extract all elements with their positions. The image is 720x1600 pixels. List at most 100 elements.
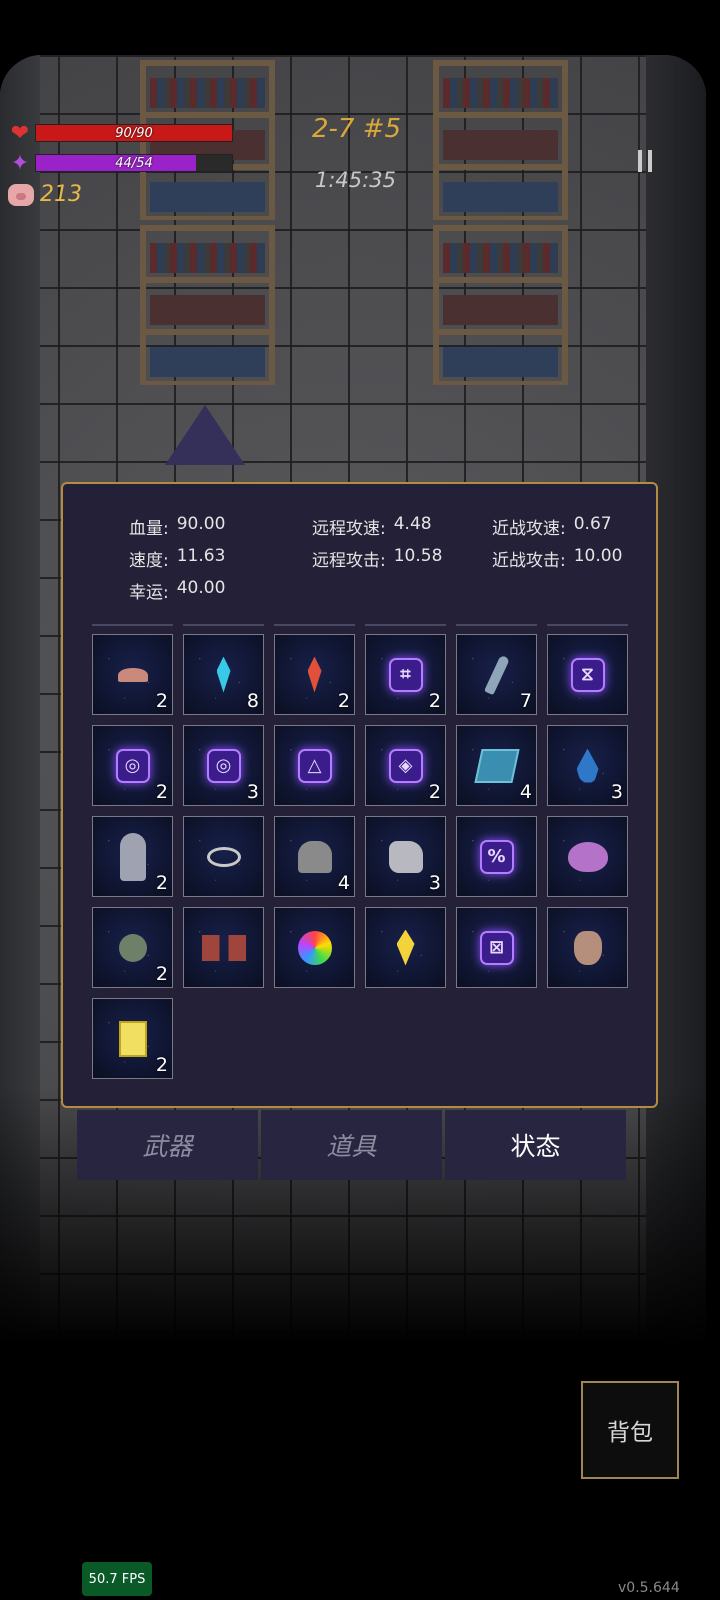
stat-row: 血量: 90.00 远程攻速: 4.48 近战攻速: 0.67 <box>129 510 622 542</box>
inventory-slot[interactable] <box>274 907 355 988</box>
stat-label: 幸运: <box>129 582 169 603</box>
inventory-slot[interactable]: △ <box>274 725 355 806</box>
hp-text: 90/90 <box>115 126 153 141</box>
tab-items[interactable]: 道具 <box>261 1110 442 1180</box>
stat-row: 速度: 11.63 远程攻击: 10.58 近战攻击: 10.00 <box>129 542 622 574</box>
mana-bar-row: ✦ 44/54 <box>8 151 233 176</box>
pause-icon <box>638 150 642 172</box>
rune-icon: ⌗ <box>388 657 423 692</box>
pouch-icon <box>573 930 602 965</box>
stat-ranged-speed: 远程攻速: 4.48 <box>312 514 492 539</box>
stat-label: 血量: <box>129 518 169 539</box>
inventory-slot[interactable]: ⧖ <box>547 634 628 715</box>
inventory-slot[interactable]: 2 <box>92 634 173 715</box>
version-label: v0.5.644 <box>618 1580 680 1596</box>
inventory-tabs: 武器 道具 状态 <box>77 1110 626 1180</box>
inventory-slot[interactable]: 2 <box>92 816 173 897</box>
inventory-slot[interactable]: 2 <box>274 634 355 715</box>
pause-button[interactable] <box>622 138 668 184</box>
inventory-slot[interactable]: ◈ 2 <box>365 725 446 806</box>
inventory-slot[interactable]: % <box>456 816 537 897</box>
item-count: 2 <box>155 963 168 985</box>
grid-divider <box>92 624 628 626</box>
inventory-slot[interactable]: 2 <box>92 907 173 988</box>
yellow-card-icon <box>118 1020 147 1057</box>
inventory-slot[interactable]: 3 <box>547 725 628 806</box>
stat-value: 4.48 <box>393 513 432 534</box>
inventory-slot[interactable]: 7 <box>456 634 537 715</box>
inventory-slot[interactable] <box>547 816 628 897</box>
item-count: 3 <box>246 781 259 803</box>
inventory-slot[interactable]: 4 <box>274 816 355 897</box>
item-count: 3 <box>428 872 441 894</box>
inventory-slot[interactable] <box>183 907 264 988</box>
inventory-slot[interactable]: 8 <box>183 634 264 715</box>
rune-icon: % <box>479 839 514 874</box>
inventory-slot[interactable]: ⌗ 2 <box>365 634 446 715</box>
stat-label: 近战攻击: <box>492 550 566 571</box>
stat-ranged-attack: 远程攻击: 10.58 <box>312 546 492 571</box>
coin-count: 213 <box>40 182 82 207</box>
water-drop-icon <box>576 748 599 783</box>
item-count: 2 <box>337 690 350 712</box>
stat-value: 10.58 <box>393 545 443 566</box>
pig-coin-icon <box>8 183 34 206</box>
inventory-slot[interactable]: ◎ 2 <box>92 725 173 806</box>
stat-label: 速度: <box>129 550 169 571</box>
stat-value: 11.63 <box>176 545 226 566</box>
tombstone-icon <box>297 840 332 873</box>
tab-status[interactable]: 状态 <box>445 1110 626 1180</box>
stat-label: 远程攻击: <box>312 550 386 571</box>
bookshelf <box>433 60 568 220</box>
stone-icon <box>388 840 423 873</box>
stat-melee-speed: 近战攻速: 0.67 <box>492 514 612 539</box>
stat-value: 0.67 <box>573 513 612 534</box>
mana-text: 44/54 <box>115 156 153 171</box>
stats-block: 血量: 90.00 远程攻速: 4.48 近战攻速: 0.67 速度: 11.63 远程… <box>129 510 622 606</box>
spellbook-icon <box>473 748 520 783</box>
coin-row: 213 <box>8 182 82 207</box>
inventory-slot[interactable] <box>365 907 446 988</box>
run-timer: 1:45:35 <box>315 168 396 192</box>
hp-bar-row: ❤ 90/90 <box>8 121 233 146</box>
item-count: 2 <box>428 781 441 803</box>
pause-icon <box>648 150 652 172</box>
item-count: 2 <box>155 690 168 712</box>
inventory-slot[interactable]: 3 <box>365 816 446 897</box>
inventory-slot[interactable]: ◎ 3 <box>183 725 264 806</box>
tab-weapons[interactable]: 武器 <box>77 1110 258 1180</box>
item-count: 2 <box>155 872 168 894</box>
rune-icon: ⊠ <box>479 930 514 965</box>
inventory-slot[interactable] <box>183 816 264 897</box>
stat-value: 10.00 <box>573 545 623 566</box>
tentacle-creature-icon <box>118 933 147 962</box>
blue-crystal-icon <box>216 656 231 693</box>
inventory-slot[interactable]: ⊠ <box>456 907 537 988</box>
rune-icon: ◎ <box>115 748 150 783</box>
inventory-slot[interactable]: 4 <box>456 725 537 806</box>
item-count: 7 <box>519 690 532 712</box>
backpack-button[interactable]: 背包 <box>581 1381 679 1479</box>
level-indicator: 2-7 #5 <box>312 114 402 144</box>
rainbow-orb-icon <box>297 930 332 965</box>
inventory-slot[interactable]: 2 <box>92 998 173 1079</box>
stat-hp: 血量: 90.00 <box>129 514 312 539</box>
item-count: 4 <box>337 872 350 894</box>
fps-counter: 50.7 FPS <box>82 1562 152 1596</box>
inventory-panel: 血量: 90.00 远程攻速: 4.48 近战攻速: 0.67 速度: 11.63 远程… <box>61 482 658 1108</box>
item-count: 2 <box>428 690 441 712</box>
ghost-cloak-icon <box>119 832 146 881</box>
mana-bar: 44/54 <box>35 154 233 172</box>
item-count: 2 <box>155 781 168 803</box>
hp-bar: 90/90 <box>35 124 233 142</box>
ring-icon <box>206 846 241 867</box>
bookshelf <box>433 225 568 385</box>
stat-label: 远程攻速: <box>312 518 386 539</box>
rune-icon: ◎ <box>206 748 241 783</box>
stat-row: 幸运: 40.00 <box>129 574 622 606</box>
wand-icon <box>483 654 510 695</box>
stat-melee-attack: 近战攻击: 10.00 <box>492 546 622 571</box>
inventory-slot[interactable] <box>547 907 628 988</box>
yellow-crystal-icon <box>396 929 415 966</box>
item-count: 3 <box>610 781 623 803</box>
